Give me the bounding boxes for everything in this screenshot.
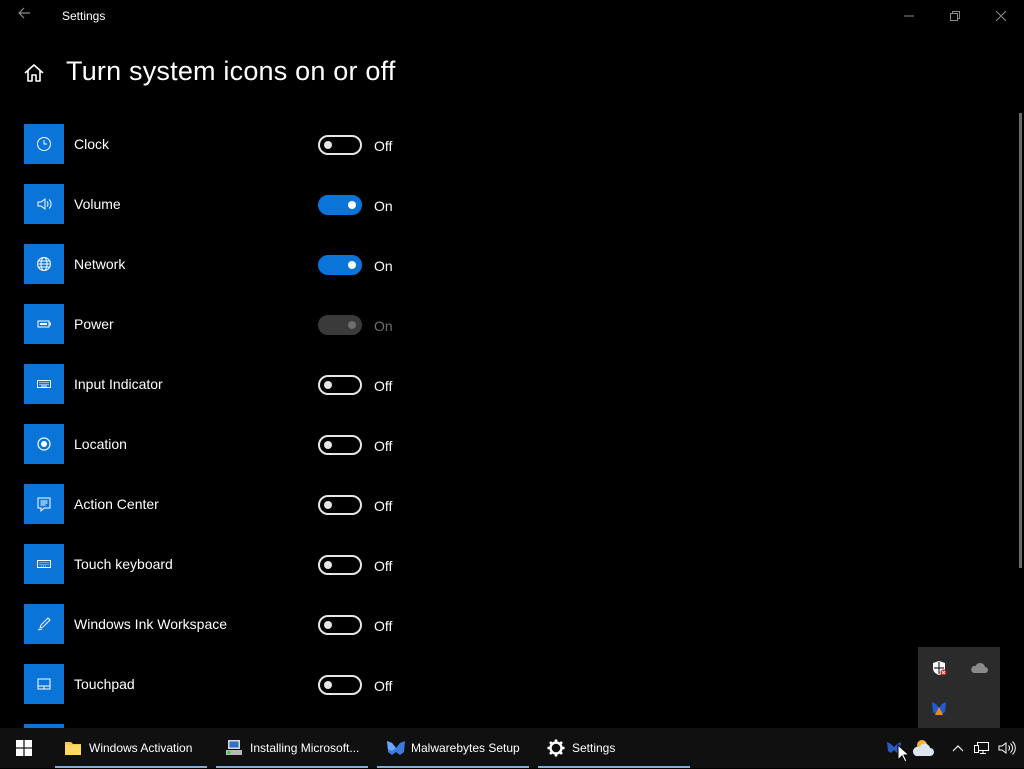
setting-label: Location [74, 436, 127, 452]
onedrive-cloud-icon[interactable] [966, 655, 992, 681]
setting-row-network: Network On [24, 244, 424, 284]
minimize-button[interactable] [886, 0, 932, 32]
setting-row-touch-keyboard: Touch keyboard Off [24, 544, 424, 584]
toggle-state: Off [374, 438, 393, 454]
tray-overflow-popup [918, 647, 1000, 728]
taskbar: Windows Activation Installing Microsoft.… [0, 728, 1024, 768]
windows-ink-toggle[interactable] [318, 615, 362, 635]
touchpad-icon [24, 664, 64, 704]
taskbar-label: Windows Activation [89, 741, 193, 755]
message-icon [24, 484, 64, 524]
toggle-knob [324, 441, 332, 449]
toggle-state: On [374, 198, 393, 214]
setting-label: Volume [74, 196, 121, 212]
restore-button[interactable] [932, 0, 978, 32]
setting-row-power: Power On [24, 304, 424, 344]
page-title: Turn system icons on or off [66, 56, 396, 86]
toggle-knob [324, 561, 332, 569]
toggle-state: Off [374, 138, 393, 154]
clock-toggle[interactable] [318, 135, 362, 155]
toggle-state: Off [374, 378, 393, 394]
toggle-knob [324, 141, 332, 149]
pen-icon [24, 604, 64, 644]
setting-label: Clock [74, 136, 110, 152]
malwarebytes-icon [385, 738, 405, 758]
setting-label: Touchpad [74, 676, 135, 692]
taskbar-item-settings[interactable]: Settings [538, 728, 690, 768]
back-arrow-icon[interactable] [14, 6, 34, 26]
taskbar-item-windows-activation[interactable]: Windows Activation [55, 728, 207, 768]
mouse-cursor-icon [897, 743, 911, 764]
setting-label: Power [74, 316, 114, 332]
windows-logo-icon [16, 740, 32, 756]
title-bar: Settings [0, 0, 1024, 32]
toggle-knob [324, 681, 332, 689]
home-icon[interactable] [22, 61, 46, 85]
scrollbar[interactable] [1019, 113, 1022, 568]
setting-row-windows-ink: Windows Ink Workspace Off [24, 604, 424, 644]
setting-row-location: Location Off [24, 424, 424, 464]
chevron-up-icon[interactable] [948, 728, 968, 768]
power-toggle[interactable] [318, 315, 362, 335]
setting-row-touchpad: Touchpad Off [24, 664, 424, 704]
toggle-knob [348, 321, 356, 329]
malwarebytes-tray-icon[interactable] [926, 695, 952, 721]
setting-row-clock: Clock Off [24, 124, 424, 164]
taskbar-item-installing-microsoft[interactable]: Installing Microsoft... [216, 728, 368, 768]
volume-icon [24, 184, 64, 224]
keyboard-icon [24, 364, 64, 404]
setting-label: Touch keyboard [74, 556, 173, 572]
setting-row-volume: Volume On [24, 184, 424, 224]
toggle-state: On [374, 318, 393, 334]
folder-icon [63, 738, 83, 758]
gear-icon [546, 738, 566, 758]
volume-tray-icon[interactable] [996, 728, 1018, 768]
battery-icon [24, 304, 64, 344]
taskbar-item-malwarebytes-setup[interactable]: Malwarebytes Setup [377, 728, 529, 768]
setting-row-input-indicator: Input Indicator Off [24, 364, 424, 404]
globe-icon [24, 244, 64, 284]
close-button[interactable] [978, 0, 1024, 32]
location-toggle[interactable] [318, 435, 362, 455]
taskbar-label: Settings [572, 741, 616, 755]
toggle-knob [324, 621, 332, 629]
volume-toggle[interactable] [318, 195, 362, 215]
action-center-toggle[interactable] [318, 495, 362, 515]
setting-label: Input Indicator [74, 376, 163, 392]
toggle-state: Off [374, 558, 393, 574]
window-title: Settings [62, 9, 106, 23]
installer-icon [224, 738, 244, 758]
toggle-knob [324, 381, 332, 389]
toggle-knob [348, 261, 356, 269]
setting-label: Action Center [74, 496, 159, 512]
network-toggle[interactable] [318, 255, 362, 275]
system-icons-list: Clock Off Volume On Network On Power On … [0, 124, 1010, 728]
setting-row-action-center: Action Center Off [24, 484, 424, 524]
weather-icon[interactable] [908, 728, 938, 768]
location-icon [24, 424, 64, 464]
toggle-state: Off [374, 498, 393, 514]
taskbar-label: Installing Microsoft... [250, 741, 360, 755]
security-shield-icon[interactable] [926, 655, 952, 681]
network-tray-icon[interactable] [972, 728, 992, 768]
setting-label: Windows Ink Workspace [74, 616, 228, 632]
toggle-state: Off [374, 618, 393, 634]
taskbar-label: Malwarebytes Setup [411, 741, 520, 755]
toggle-knob [324, 501, 332, 509]
touch-keyboard-icon [24, 544, 64, 584]
toggle-state: Off [374, 678, 393, 694]
toggle-knob [348, 201, 356, 209]
clock-icon [24, 124, 64, 164]
input-indicator-toggle[interactable] [318, 375, 362, 395]
touchpad-toggle[interactable] [318, 675, 362, 695]
touch-keyboard-toggle[interactable] [318, 555, 362, 575]
toggle-state: On [374, 258, 393, 274]
start-button[interactable] [0, 728, 48, 768]
setting-label: Network [74, 256, 126, 272]
